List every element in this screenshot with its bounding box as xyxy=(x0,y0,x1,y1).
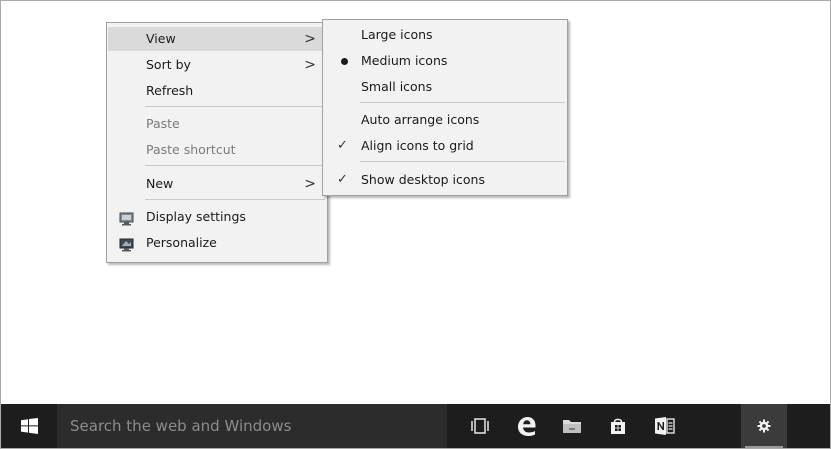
submenu-item-small-icons[interactable]: Small icons xyxy=(324,75,566,99)
submenu-item-auto-arrange[interactable]: Auto arrange icons xyxy=(324,108,566,132)
checkmark-icon: ✓ xyxy=(337,138,348,153)
settings-gear-icon xyxy=(757,419,771,433)
windows-logo-icon xyxy=(21,418,38,434)
menu-item-label: Show desktop icons xyxy=(361,172,485,187)
menu-separator xyxy=(145,106,325,107)
radio-bullet-icon xyxy=(341,58,348,65)
checkmark-icon: ✓ xyxy=(337,172,348,187)
menu-item-label: Paste shortcut xyxy=(146,142,236,157)
menu-item-label: Align icons to grid xyxy=(361,138,474,153)
menu-item-paste[interactable]: Paste xyxy=(108,112,326,136)
start-button[interactable] xyxy=(1,404,57,448)
submenu-item-medium-icons[interactable]: Medium icons xyxy=(324,49,566,73)
submenu-item-show-desktop-icons[interactable]: ✓ Show desktop icons xyxy=(324,168,566,192)
submenu-item-align-to-grid[interactable]: ✓ Align icons to grid xyxy=(324,134,566,158)
menu-separator xyxy=(145,165,325,166)
menu-item-sort-by[interactable]: Sort by > xyxy=(108,53,326,77)
file-explorer-icon xyxy=(563,420,581,433)
personalize-icon xyxy=(119,236,134,252)
menu-item-label: Small icons xyxy=(361,79,433,94)
store-button[interactable] xyxy=(595,404,641,448)
search-placeholder: Search the web and Windows xyxy=(70,417,292,435)
file-explorer-button[interactable] xyxy=(549,404,595,448)
menu-item-label: Personalize xyxy=(146,235,217,250)
settings-button[interactable] xyxy=(741,404,787,448)
menu-item-label: Large icons xyxy=(361,27,433,42)
store-icon xyxy=(611,418,625,434)
menu-item-label: View xyxy=(146,31,176,46)
menu-item-label: Medium icons xyxy=(361,53,448,68)
menu-item-label: New xyxy=(146,176,174,191)
menu-item-display-settings[interactable]: Display settings xyxy=(108,205,326,229)
menu-item-view[interactable]: View > xyxy=(108,27,326,51)
task-view-button[interactable] xyxy=(457,404,503,448)
menu-separator xyxy=(145,199,325,200)
onenote-button[interactable] xyxy=(641,404,687,448)
submenu-arrow-icon: > xyxy=(304,57,316,73)
taskbar: Search the web and Windows xyxy=(1,404,830,448)
menu-item-new[interactable]: New > xyxy=(108,172,326,196)
submenu-arrow-icon: > xyxy=(304,176,316,192)
menu-item-personalize[interactable]: Personalize xyxy=(108,231,326,255)
menu-item-paste-shortcut[interactable]: Paste shortcut xyxy=(108,138,326,162)
menu-item-label: Display settings xyxy=(146,209,246,224)
menu-item-label: Refresh xyxy=(146,83,194,98)
edge-browser-button[interactable] xyxy=(503,404,549,448)
search-box[interactable]: Search the web and Windows xyxy=(57,404,447,448)
task-view-icon xyxy=(471,418,489,434)
view-submenu: Large icons Medium icons Small icons Aut… xyxy=(322,19,568,196)
submenu-arrow-icon: > xyxy=(304,31,316,47)
menu-item-refresh[interactable]: Refresh xyxy=(108,79,326,103)
menu-separator xyxy=(360,161,565,162)
display-settings-icon xyxy=(119,210,134,226)
menu-item-label: Auto arrange icons xyxy=(361,112,480,127)
menu-item-label: Paste xyxy=(146,116,180,131)
menu-item-label: Sort by xyxy=(146,57,191,72)
onenote-icon xyxy=(655,417,675,435)
menu-separator xyxy=(360,102,565,103)
edge-browser-icon xyxy=(518,417,536,436)
submenu-item-large-icons[interactable]: Large icons xyxy=(324,23,566,47)
desktop-context-menu: View > Sort by > Refresh Paste Paste sho… xyxy=(106,22,328,263)
